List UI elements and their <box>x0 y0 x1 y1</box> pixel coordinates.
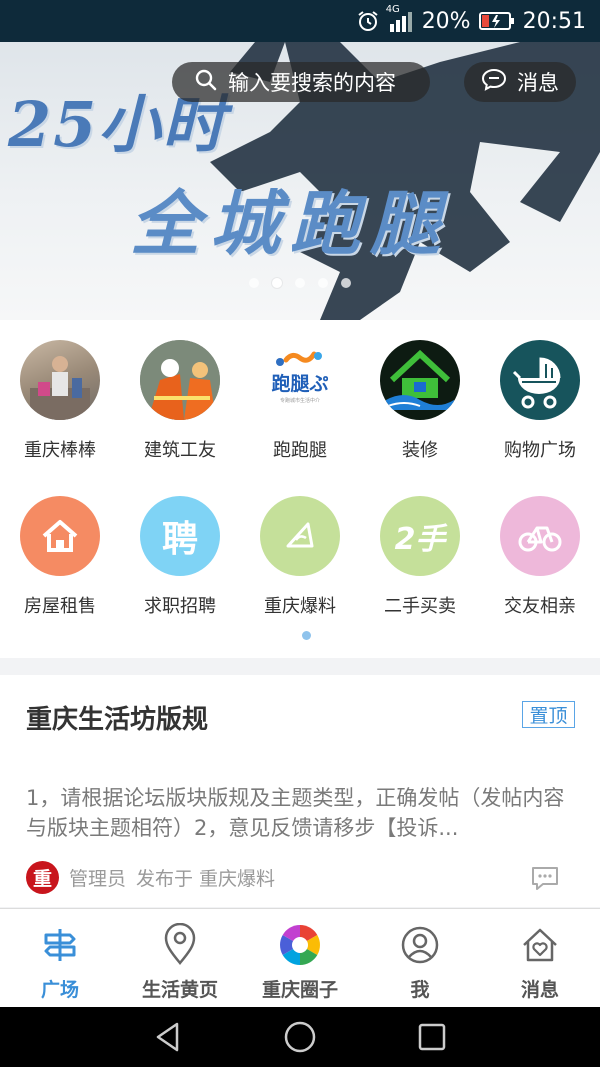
category-item-renovation[interactable]: 装修 <box>360 340 480 480</box>
stroller-icon <box>500 340 580 420</box>
status-bar: 4G 20% 20:51 <box>0 0 600 42</box>
pinned-badge: 置顶 <box>522 701 575 728</box>
errand-runner-logo: 跑腿ぷ 专跑城市生活中介 <box>260 340 340 420</box>
clock: 20:51 <box>522 8 586 34</box>
category-label: 交友相亲 <box>504 596 576 617</box>
back-icon[interactable] <box>138 1019 198 1055</box>
post-title: 重庆生活坊版规 <box>26 705 209 735</box>
post-excerpt: 1，请根据论坛版块版规及主题类型，正确发帖（发帖内容与版块主题相符）2，意见反馈… <box>26 786 565 840</box>
signal-icon: 4G <box>386 4 414 32</box>
alarm-icon <box>356 9 380 33</box>
bottom-tab-bar: 广场 生活黄页 重庆圈子 我 消息 <box>0 908 600 1007</box>
promo-banner[interactable]: 25小时 全城跑腿 输入要搜索的内容 消息 <box>0 42 600 320</box>
avatar[interactable]: 重 <box>26 861 59 894</box>
carousel-dot-active[interactable] <box>272 278 282 288</box>
banner-headline-2: 全城跑腿 <box>130 182 450 265</box>
category-item-construction[interactable]: 建筑工友 <box>120 340 240 480</box>
battery-percent: 20% <box>421 8 471 34</box>
search-icon <box>194 68 218 97</box>
category-label: 建筑工友 <box>144 440 216 461</box>
carousel-dot[interactable] <box>318 278 328 288</box>
tab-plaza[interactable]: 广场 <box>0 909 120 1008</box>
category-label: 房屋租售 <box>24 596 96 617</box>
tab-yellow-pages[interactable]: 生活黄页 <box>120 909 240 1008</box>
recent-apps-icon[interactable] <box>402 1019 462 1055</box>
svg-text:跑腿ぷ: 跑腿ぷ <box>271 372 328 395</box>
category-label: 求职招聘 <box>144 596 216 617</box>
category-item-news[interactable]: 重庆爆料 <box>240 496 360 636</box>
carousel-indicator <box>0 278 600 288</box>
svg-text:专跑城市生活中介: 专跑城市生活中介 <box>280 397 320 404</box>
category-label: 重庆棒棒 <box>24 440 96 461</box>
category-item-jobs[interactable]: 聘 求职招聘 <box>120 496 240 636</box>
recruit-glyph: 聘 <box>161 519 198 560</box>
network-type: 4G <box>385 4 400 15</box>
category-label: 购物广场 <box>504 440 576 461</box>
home-icon[interactable] <box>270 1019 330 1055</box>
porter-photo <box>20 340 100 420</box>
category-label: 装修 <box>402 440 438 461</box>
second-hand-icon: 2手 <box>380 496 460 576</box>
aperture-icon <box>278 923 322 967</box>
tab-messages[interactable]: 消息 <box>480 909 600 1008</box>
carousel-dot[interactable] <box>249 278 259 288</box>
category-item-shopping[interactable]: 购物广场 <box>480 340 600 480</box>
post-meta: 重 管理员 发布于 重庆爆料 <box>26 861 275 894</box>
house-renovation-icon <box>380 340 460 420</box>
post-author[interactable]: 管理员 <box>69 864 126 891</box>
tab-me[interactable]: 我 <box>360 909 480 1008</box>
search-placeholder: 输入要搜索的内容 <box>228 71 396 95</box>
location-pin-icon <box>158 923 202 967</box>
pinned-post-card[interactable]: 重庆生活坊版规 置顶 1，请根据论坛版块版规及主题类型，正确发帖（发帖内容与版块… <box>0 675 600 907</box>
search-input[interactable]: 输入要搜索的内容 <box>172 62 430 102</box>
tab-label: 广场 <box>40 979 79 1001</box>
tab-label: 消息 <box>520 979 559 1001</box>
tab-label: 生活黄页 <box>141 979 218 1001</box>
system-navigation-bar <box>0 1007 600 1067</box>
house-icon <box>20 496 100 576</box>
home-heart-icon <box>518 923 562 967</box>
battery-icon <box>478 11 515 31</box>
category-item-housing[interactable]: 房屋租售 <box>0 496 120 636</box>
comment-icon[interactable] <box>530 865 560 895</box>
tab-label: 我 <box>410 979 430 1001</box>
message-button-label: 消息 <box>517 71 559 95</box>
chat-bubble-icon <box>481 68 507 97</box>
category-item-errand[interactable]: 跑腿ぷ 专跑城市生活中介 跑跑腿 <box>240 340 360 480</box>
user-icon <box>398 923 442 967</box>
message-button[interactable]: 消息 <box>464 62 576 102</box>
tab-label: 重庆圈子 <box>261 979 338 1001</box>
category-label: 重庆爆料 <box>264 596 336 617</box>
construction-workers-photo <box>140 340 220 420</box>
tab-circles[interactable]: 重庆圈子 <box>240 909 360 1008</box>
recruit-icon: 聘 <box>140 496 220 576</box>
carousel-dot[interactable] <box>341 278 351 288</box>
category-grid: 重庆棒棒 建筑工友 跑腿ぷ 专跑城市生活中介 跑跑腿 装修 购物广场 房屋租售 … <box>0 320 600 658</box>
category-item-porter[interactable]: 重庆棒棒 <box>0 340 120 480</box>
post-source: 发布于 重庆爆料 <box>136 868 276 890</box>
category-label: 跑跑腿 <box>273 440 327 461</box>
category-item-dating[interactable]: 交友相亲 <box>480 496 600 636</box>
category-label: 二手买卖 <box>384 596 456 617</box>
signpost-icon <box>38 923 82 967</box>
category-item-second-hand[interactable]: 2手 二手买卖 <box>360 496 480 636</box>
carousel-dot[interactable] <box>295 278 305 288</box>
megaphone-icon <box>260 496 340 576</box>
bicycle-icon <box>500 496 580 576</box>
second-hand-glyph: 2手 <box>394 522 446 557</box>
grid-page-indicator <box>302 631 311 640</box>
